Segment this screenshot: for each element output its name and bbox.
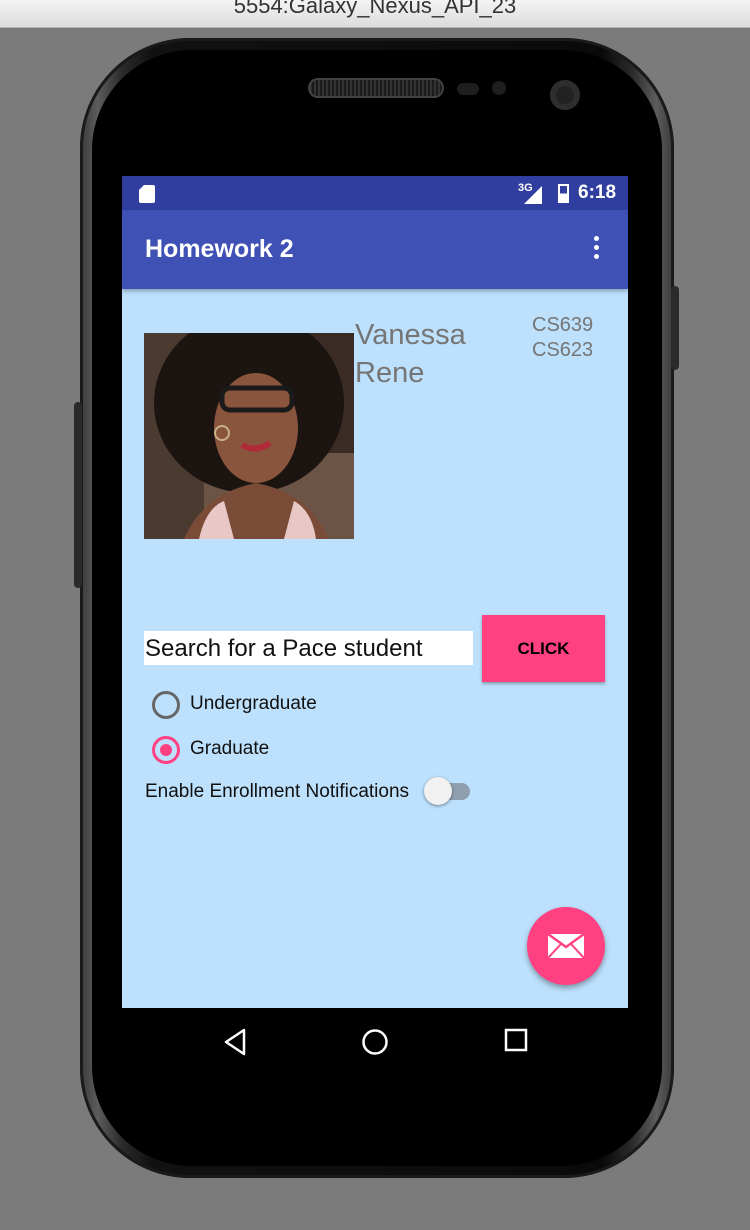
navigation-bar bbox=[122, 1008, 628, 1078]
app-bar: Homework 2 bbox=[122, 210, 628, 289]
email-icon bbox=[548, 934, 584, 958]
back-icon[interactable] bbox=[223, 1028, 247, 1056]
power-button[interactable] bbox=[671, 286, 679, 370]
emulator-title: 5554:Galaxy_Nexus_API_23 bbox=[233, 0, 517, 18]
status-bar: 3G 6:18 bbox=[122, 176, 628, 210]
profile-photo bbox=[144, 333, 354, 539]
notifications-switch-thumb[interactable] bbox=[424, 777, 452, 805]
first-name: Vanessa bbox=[355, 319, 466, 351]
last-name: Rene bbox=[355, 357, 425, 389]
more-vert-icon[interactable] bbox=[588, 234, 604, 264]
search-input[interactable]: Search for a Pace student bbox=[144, 631, 473, 665]
course-code: CS623 bbox=[532, 339, 594, 361]
volume-button[interactable] bbox=[74, 402, 82, 588]
radio-checked-icon[interactable] bbox=[152, 736, 180, 764]
recents-icon[interactable] bbox=[504, 1028, 528, 1052]
student-name: Vanessa Rene bbox=[355, 316, 515, 392]
app-title: Homework 2 bbox=[145, 235, 294, 263]
radio-label: Undergraduate bbox=[190, 693, 317, 714]
course-code: CS639 bbox=[532, 314, 594, 336]
click-button[interactable]: CLICK bbox=[482, 615, 605, 682]
earpiece-speaker bbox=[310, 80, 442, 96]
notifications-label: Enable Enrollment Notifications bbox=[145, 781, 410, 802]
battery-icon bbox=[558, 184, 569, 203]
emulator-title-bar: 5554:Galaxy_Nexus_API_23 bbox=[0, 0, 750, 28]
radio-unchecked-icon[interactable] bbox=[152, 691, 180, 719]
radio-label: Graduate bbox=[190, 738, 270, 759]
status-time: 6:18 bbox=[578, 182, 617, 203]
proximity-sensor bbox=[457, 83, 479, 95]
signal-icon bbox=[524, 186, 542, 204]
email-fab-button[interactable] bbox=[527, 907, 605, 985]
device-screen: 3G 6:18 Homework 2 Vanessa Rene CS639 CS… bbox=[122, 176, 628, 1078]
sd-card-icon bbox=[139, 185, 155, 203]
front-camera bbox=[550, 80, 580, 110]
light-sensor bbox=[492, 81, 506, 95]
home-icon[interactable] bbox=[361, 1028, 389, 1056]
